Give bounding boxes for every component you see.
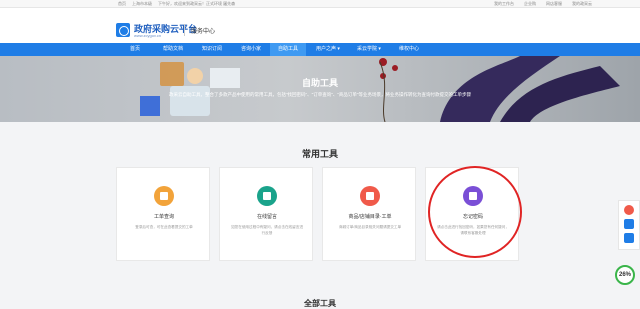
banner-title: 自助工具	[301, 78, 338, 88]
tool-card-desc: 如您在使用过程中有疑问，请点击在线留言进行反馈	[231, 225, 303, 235]
logo-icon[interactable]	[116, 23, 130, 37]
region-selector[interactable]: 上海市本级	[132, 1, 152, 7]
brand-url: www.zcygov.cn	[134, 33, 162, 38]
section-title-all-tools: 全部工具	[304, 299, 336, 308]
topbar-link[interactable]: 我的工作台	[494, 1, 514, 7]
nav-item-consult[interactable]: 咨询小家	[233, 43, 269, 56]
nav-item-help-docs[interactable]: 帮助文档	[155, 43, 191, 56]
tool-card-ticket-query[interactable]: 工单查询 登录后可查，可在此查看提交的工单	[116, 167, 210, 261]
top-bar: 首页 上海市本级 下午好，欢迎来到政采云！正式环境 屠先森 我的工作台 企业购 …	[0, 0, 640, 8]
nav-item-subscription[interactable]: 知识订阅	[194, 43, 230, 56]
divider	[184, 24, 185, 36]
nav-item-academy[interactable]: 采云学院 ▾	[350, 43, 388, 56]
greeting-text: 下午好，欢迎来到政采云！正式环境 屠先森	[158, 1, 236, 6]
tool-card-title: 商品/店铺目录·工单	[348, 214, 392, 220]
nav-item-rights[interactable]: 维权中心	[391, 43, 427, 56]
highlight-annotation-circle	[428, 166, 522, 258]
banner-description: 政采云自助工具，整合了多款产品中使用的常用工具，包括"找回密码"、"订单查询"、…	[168, 92, 472, 97]
store-icon	[360, 186, 380, 206]
chat-icon[interactable]	[624, 219, 634, 229]
nav-item-home[interactable]: 首页	[118, 43, 152, 56]
banner-illustration	[140, 56, 620, 122]
topbar-link[interactable]: 我的政采云	[572, 1, 592, 7]
home-link[interactable]: 首页	[118, 1, 126, 7]
tool-card-desc: 登录后可查，可在此查看提交的工单	[135, 225, 193, 229]
banner: 自助工具 政采云自助工具，整合了多款产品中使用的常用工具，包括"找回密码"、"订…	[0, 56, 640, 122]
robot-service-icon[interactable]	[624, 205, 634, 215]
side-toolbar	[618, 200, 640, 250]
main-nav: 首页 帮助文档 知识订阅 咨询小家 自助工具 用户之声 ▾ 采云学院 ▾ 维权中…	[0, 43, 640, 56]
service-center-title: 服务中心	[191, 29, 216, 35]
topbar-link[interactable]: 网店客服	[546, 1, 562, 7]
tool-card-desc: 商城订单/商品目录相关问题请提交工单	[338, 225, 402, 229]
tool-card-title: 在线留言	[256, 214, 277, 220]
clock-icon	[257, 186, 277, 206]
nav-item-user-voice[interactable]: 用户之声 ▾	[309, 43, 347, 56]
section-title: 常用工具	[301, 149, 338, 159]
topbar-link[interactable]: 企业购	[524, 1, 536, 7]
search-icon	[154, 186, 174, 206]
tool-card-store-ticket[interactable]: 商品/店铺目录·工单 商城订单/商品目录相关问题请提交工单	[322, 167, 416, 261]
header: 政府采购云平台 www.zcygov.cn 服务中心	[0, 8, 640, 43]
nav-item-self-service[interactable]: 自助工具	[270, 43, 306, 56]
tool-card-online-message[interactable]: 在线留言 如您在使用过程中有疑问，请点击在线留言进行反馈	[219, 167, 313, 261]
progress-badge: 26%	[615, 265, 635, 285]
headset-icon[interactable]	[624, 233, 634, 243]
tool-card-title: 工单查询	[153, 214, 174, 220]
